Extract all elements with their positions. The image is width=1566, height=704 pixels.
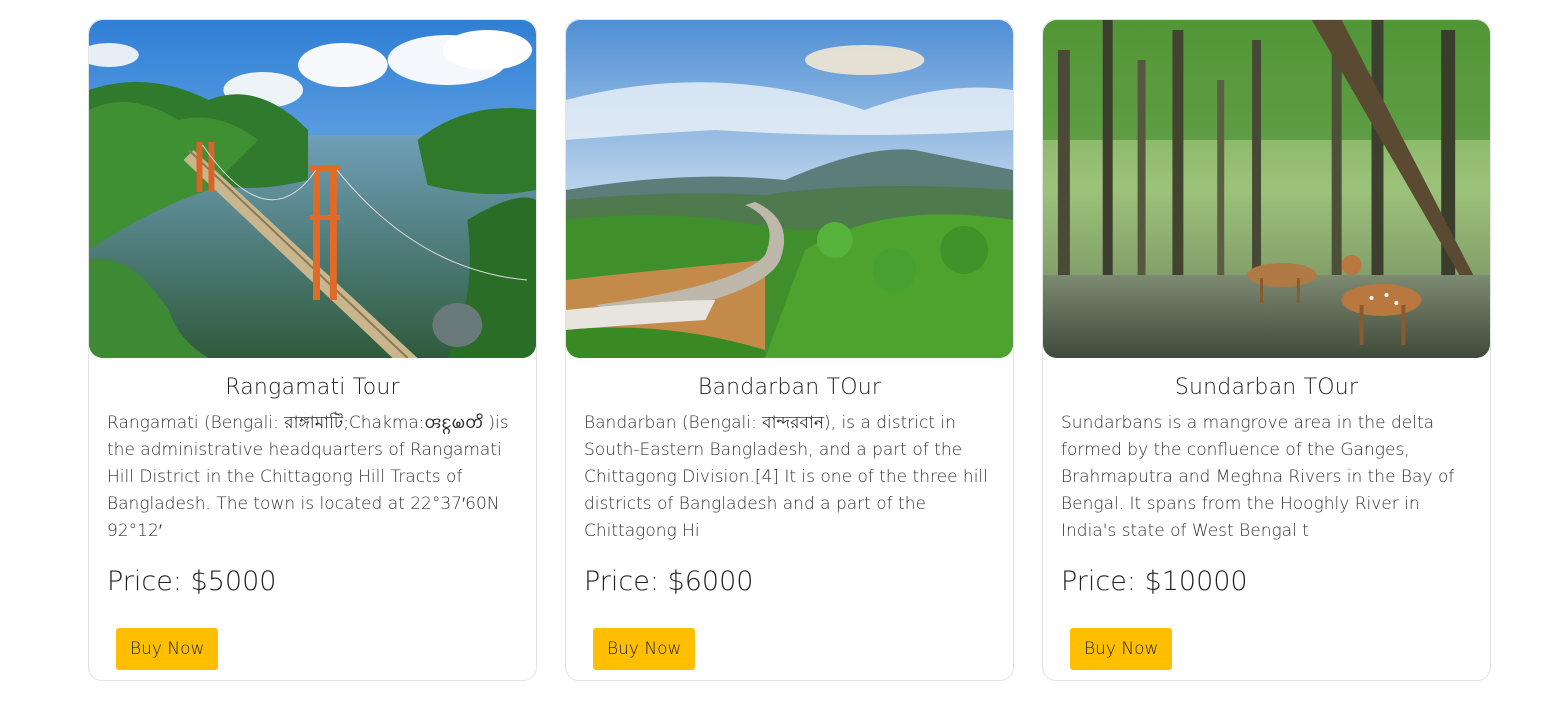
- tour-image-sundarban: [1043, 20, 1490, 358]
- tour-price: Price: $6000: [584, 566, 754, 597]
- tour-description: Bandarban (Bengali: বান্দরবান), is a dis…: [584, 413, 988, 541]
- tour-image-bandarban: [566, 20, 1013, 358]
- tour-price: Price: $5000: [107, 566, 277, 597]
- tour-card-bandarban: Bandarban TOur Bandarban (Bengali: বান্দ…: [565, 19, 1014, 681]
- buy-now-button[interactable]: Buy Now: [1070, 628, 1173, 670]
- tour-title: Rangamati Tour: [225, 375, 400, 400]
- tour-title: Bandarban TOur: [697, 375, 882, 400]
- buy-now-button[interactable]: Buy Now: [593, 628, 696, 670]
- buy-now-button[interactable]: Buy Now: [116, 628, 219, 670]
- tour-description: Rangamati (Bengali: রাঙ্গামাটি;Chakma:𑄢𑄋…: [107, 413, 509, 541]
- tour-card-sundarban: Sundarban TOur Sundarbans is a mangrove …: [1042, 19, 1491, 681]
- tour-title: Sundarban TOur: [1174, 375, 1359, 400]
- tour-price: Price: $10000: [1061, 566, 1248, 597]
- tour-image-rangamati: [89, 20, 536, 358]
- tour-card-rangamati: Rangamati Tour Rangamati (Bengali: রাঙ্গ…: [88, 19, 537, 681]
- tour-description: Sundarbans is a mangrove area in the del…: [1061, 413, 1455, 541]
